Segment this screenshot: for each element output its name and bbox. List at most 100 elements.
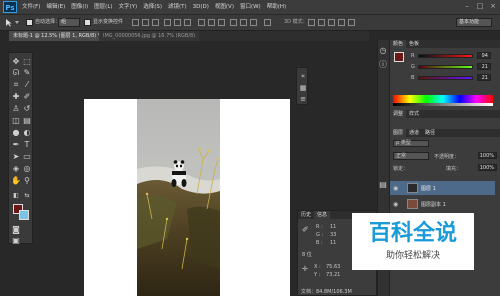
default-colors-icon[interactable]: ◧	[11, 191, 21, 201]
minimize-button[interactable]: –	[462, 2, 472, 11]
menu-filter[interactable]: 滤镜(T)	[168, 3, 187, 12]
3d-slide-icon[interactable]	[338, 19, 345, 26]
grayscale-bar[interactable]	[393, 103, 493, 106]
align-bottom-icon[interactable]	[152, 19, 159, 26]
menu-view[interactable]: 视图(V)	[215, 3, 234, 12]
tab-styles[interactable]: 样式	[406, 110, 422, 118]
menu-edit[interactable]: 编辑(E)	[46, 3, 65, 12]
menu-layer[interactable]: 图层(L)	[94, 3, 112, 12]
align-left-icon[interactable]	[164, 19, 171, 26]
distribute-left-icon[interactable]	[230, 19, 237, 26]
gradient-tool-icon[interactable]: ▤	[22, 116, 32, 126]
tab-paths[interactable]: 路径	[422, 129, 438, 137]
lasso-tool-icon[interactable]: ᘏ	[11, 68, 21, 78]
visibility-eye-icon[interactable]: ◉	[393, 185, 398, 192]
close-button[interactable]: ×	[488, 2, 498, 11]
auto-select-dropdown[interactable]: 组	[58, 18, 80, 27]
properties-icon[interactable]: ▦	[298, 83, 308, 93]
tab-adjustments[interactable]: 调整	[390, 110, 407, 118]
visibility-eye-icon[interactable]: ◉	[393, 201, 398, 208]
layer-row-1[interactable]: ◉ 图层 1	[390, 181, 495, 195]
marquee-tool-icon[interactable]: ⬚	[22, 57, 32, 67]
3d-drag-icon[interactable]	[328, 19, 335, 26]
r-slider[interactable]	[418, 54, 473, 58]
3d-camera-tool-icon[interactable]: ◎	[22, 164, 32, 174]
fill-value[interactable]: 100%	[478, 164, 497, 171]
tab-channels[interactable]: 通道	[406, 129, 422, 137]
b-value[interactable]: 21	[477, 74, 491, 81]
3d-tool-icon[interactable]: ◈	[11, 164, 21, 174]
auto-align-icon[interactable]	[264, 19, 271, 26]
move-tool-icon[interactable]: ✥	[11, 57, 21, 67]
distribute-top-icon[interactable]	[198, 19, 205, 26]
tab-info[interactable]: 信息	[314, 211, 331, 219]
panel-expand-icon[interactable]: «	[298, 71, 308, 81]
clone-stamp-tool-icon[interactable]: ♙	[11, 104, 21, 114]
menu-file[interactable]: 文件(F)	[22, 3, 40, 12]
blend-mode-dropdown[interactable]: 正常	[393, 152, 429, 160]
opacity-value[interactable]: 100%	[478, 152, 497, 159]
layer-comps-icon[interactable]: ▤	[378, 180, 388, 190]
3d-scale-icon[interactable]	[348, 19, 355, 26]
align-top-icon[interactable]	[132, 19, 139, 26]
workspace-dropdown[interactable]: 基本功能	[456, 18, 492, 27]
tab-layers[interactable]: 图层	[390, 129, 407, 137]
history-panel-icon[interactable]: ◷	[378, 46, 388, 56]
maximize-button[interactable]: □	[475, 2, 485, 11]
align-hcenter-icon[interactable]	[174, 19, 181, 26]
tab-history[interactable]: 历史	[298, 211, 314, 219]
r-value[interactable]: 94	[477, 52, 491, 59]
g-slider[interactable]	[418, 65, 473, 69]
type-tool-icon[interactable]: T	[22, 140, 32, 150]
options-bar: 自动选择： 组 显示变换控件 3D 模式： 基本功能	[0, 15, 500, 31]
tab-document-1[interactable]: 未标题-1 @ 12.5% (图层 1, RGB/8) *	[9, 31, 105, 41]
swap-colors-icon[interactable]: ⇆	[22, 191, 32, 201]
pen-tool-icon[interactable]: ✒	[11, 140, 21, 150]
move-tool-preset-icon[interactable]	[4, 18, 20, 27]
3d-rotate-icon[interactable]	[308, 19, 315, 26]
quick-mask-icon[interactable]: ◙	[11, 225, 21, 235]
eyedropper-tool-icon[interactable]: ⁄	[22, 80, 32, 90]
tab-swatches[interactable]: 色板	[406, 40, 422, 48]
eraser-tool-icon[interactable]: ◫	[11, 116, 21, 126]
tab-document-2[interactable]: IMG_00000056.jpg @ 16.7% (RGB/8)	[99, 31, 200, 41]
auto-select-checkbox[interactable]	[26, 19, 33, 26]
background-color-swatch[interactable]	[19, 210, 29, 220]
path-select-tool-icon[interactable]: ➤	[11, 152, 21, 162]
hand-tool-icon[interactable]: ✋	[11, 176, 21, 186]
show-transform-checkbox[interactable]	[84, 19, 91, 26]
distribute-bottom-icon[interactable]	[218, 19, 225, 26]
brush-tool-icon[interactable]: ✐	[22, 92, 32, 102]
layer-row-2[interactable]: ◉ 图层副本 1	[390, 198, 495, 211]
menu-image[interactable]: 图像(I)	[71, 3, 88, 12]
menu-window[interactable]: 窗口(W)	[240, 3, 261, 12]
color-spectrum-bar[interactable]	[393, 95, 493, 103]
dodge-tool-icon[interactable]: ◐	[22, 128, 32, 138]
shape-tool-icon[interactable]: ▭	[22, 152, 32, 162]
screen-mode-icon[interactable]: ▣	[11, 236, 21, 246]
distribute-right-icon[interactable]	[250, 19, 257, 26]
healing-brush-tool-icon[interactable]: ✚	[11, 92, 21, 102]
crop-tool-icon[interactable]: ⌗	[11, 80, 21, 90]
align-vcenter-icon[interactable]	[142, 19, 149, 26]
adjust-icon[interactable]: ≡	[298, 94, 308, 104]
info-panel-icon[interactable]: ⓘ	[378, 60, 388, 70]
distribute-hcenter-icon[interactable]	[240, 19, 247, 26]
align-right-icon[interactable]	[184, 19, 191, 26]
menu-3d[interactable]: 3D(D)	[193, 3, 209, 12]
tab-color[interactable]: 颜色	[390, 40, 407, 48]
color-fg-swatch[interactable]	[394, 52, 404, 62]
zoom-tool-icon[interactable]: ⚲	[22, 176, 32, 186]
blur-tool-icon[interactable]: ●	[11, 128, 21, 138]
layer-filter-dropdown[interactable]: ρ 类型	[393, 140, 429, 147]
3d-roll-icon[interactable]	[318, 19, 325, 26]
distribute-vcenter-icon[interactable]	[208, 19, 215, 26]
history-brush-tool-icon[interactable]: ↺	[22, 104, 32, 114]
quick-select-tool-icon[interactable]: ✎	[22, 68, 32, 78]
menu-type[interactable]: 文字(Y)	[119, 3, 138, 12]
panda-photo[interactable]	[137, 99, 220, 296]
menu-select[interactable]: 选择(S)	[143, 3, 162, 12]
g-value[interactable]: 21	[477, 63, 491, 70]
b-slider[interactable]	[418, 76, 473, 80]
menu-help[interactable]: 帮助(H)	[267, 3, 286, 12]
